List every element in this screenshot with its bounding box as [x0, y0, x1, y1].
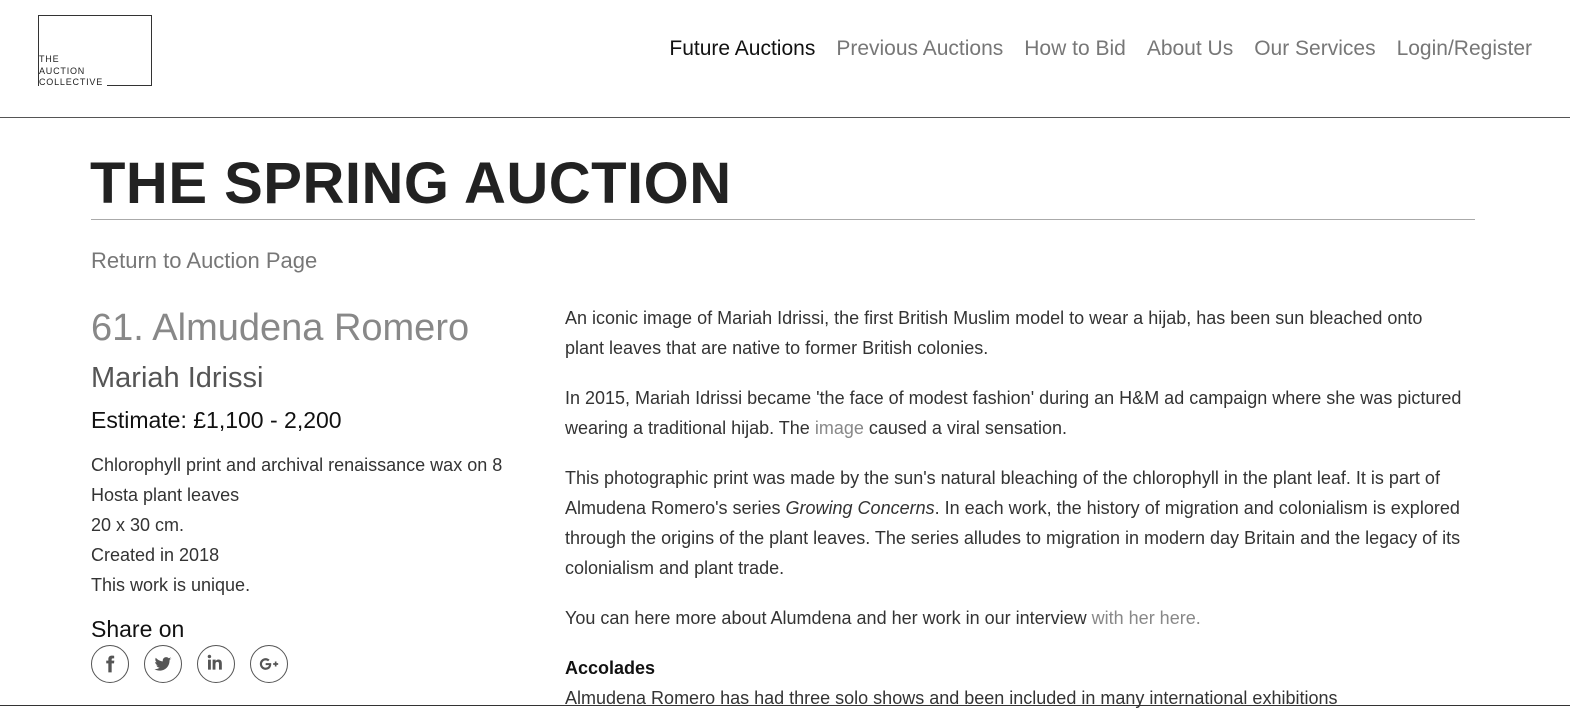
accolades-heading: Accolades — [565, 658, 656, 678]
bottom-divider — [0, 705, 1570, 706]
lot-details: Chlorophyll print and archival renaissan… — [91, 450, 531, 600]
nav-our-services[interactable]: Our Services — [1254, 37, 1375, 61]
facebook-icon[interactable] — [91, 645, 129, 683]
description-paragraph: This photographic print was made by the … — [565, 463, 1465, 583]
nav-how-to-bid[interactable]: How to Bid — [1024, 37, 1126, 61]
created-text: Created in 2018 — [91, 545, 220, 565]
image-link[interactable]: image — [815, 418, 864, 438]
text-span: You can here more about Alumdena and her… — [565, 608, 1092, 628]
logo-text: The Auction Collective — [39, 54, 103, 89]
lot-title: 61. Almudena Romero — [91, 307, 470, 349]
description-paragraph: In 2015, Mariah Idrissi became 'the face… — [565, 383, 1465, 443]
logo-line: The — [39, 54, 60, 64]
description-paragraph: An iconic image of Mariah Idrissi, the f… — [565, 308, 1423, 358]
edition-text: This work is unique. — [91, 575, 251, 595]
logo-line: Collective — [39, 77, 104, 87]
title-divider — [91, 219, 1475, 220]
nav-previous-auctions[interactable]: Previous Auctions — [836, 37, 1003, 61]
nav-about-us[interactable]: About Us — [1147, 37, 1233, 61]
site-logo[interactable]: The Auction Collective — [38, 15, 152, 89]
lot-description: An iconic image of Mariah Idrissi, the f… — [565, 303, 1465, 713]
interview-link[interactable]: with her here. — [1092, 608, 1201, 628]
series-title: Growing Concerns — [785, 498, 935, 518]
site-header: The Auction Collective Future Auctions P… — [0, 0, 1570, 118]
twitter-icon[interactable] — [144, 645, 182, 683]
share-label: Share on — [91, 616, 185, 642]
linkedin-icon[interactable] — [197, 645, 235, 683]
description-paragraph: You can here more about Alumdena and her… — [565, 603, 1465, 633]
share-icons — [91, 645, 288, 683]
medium-text: Chlorophyll print and archival renaissan… — [91, 455, 503, 505]
google-plus-icon[interactable] — [250, 645, 288, 683]
estimate: Estimate: £1,100 - 2,200 — [91, 407, 342, 433]
work-title: Mariah Idrissi — [91, 362, 264, 394]
page-title: THE SPRING AUCTION — [90, 151, 732, 216]
main-nav: Future Auctions Previous Auctions How to… — [669, 37, 1532, 61]
nav-login-register[interactable]: Login/Register — [1397, 37, 1532, 61]
return-to-auction-link[interactable]: Return to Auction Page — [91, 248, 317, 274]
nav-future-auctions[interactable]: Future Auctions — [669, 37, 815, 61]
text-span: caused a viral sensation. — [863, 418, 1067, 438]
logo-line: Auction — [39, 65, 86, 76]
dimensions-text: 20 x 30 cm. — [91, 515, 185, 535]
